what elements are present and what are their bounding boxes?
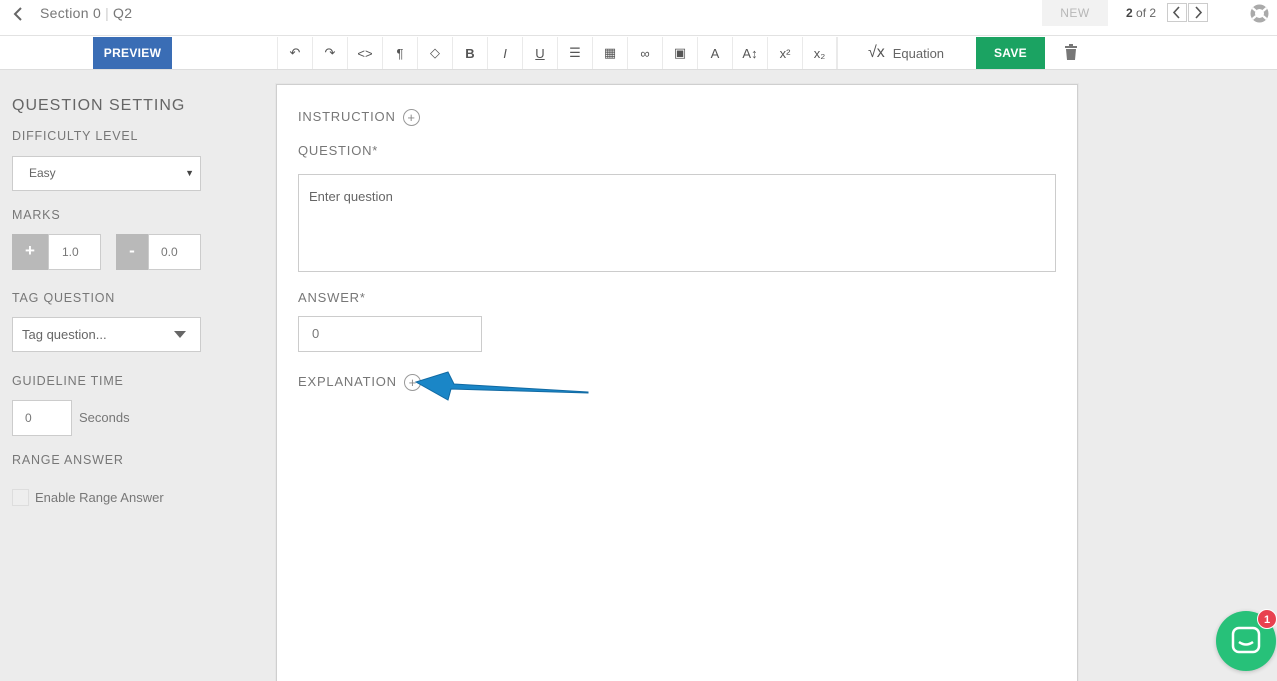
formatting-tools: ↶ ↷ <> ¶ ◇ B I U ☰ ▦ ∞ ▣ A A↕ x² x₂ (277, 37, 837, 69)
back-arrow-icon[interactable] (10, 5, 28, 23)
enable-range-label: Enable Range Answer (35, 490, 164, 505)
marks-plus-button[interactable]: + (12, 234, 48, 270)
paragraph-icon[interactable]: ¶ (382, 37, 417, 69)
pager-text: 2 of 2 (1126, 6, 1156, 20)
pointer-arrow-icon (414, 371, 589, 401)
caret-down-icon: ▼ (185, 168, 194, 178)
preview-button[interactable]: PREVIEW (93, 37, 172, 69)
underline-icon[interactable]: U (522, 37, 557, 69)
image-icon[interactable]: ▣ (662, 37, 697, 69)
difficulty-select[interactable]: Easy ▼ (12, 156, 201, 191)
font-size-icon[interactable]: A↕ (732, 37, 767, 69)
guideline-time-label: GUIDELINE TIME (12, 374, 124, 388)
enable-range-checkbox[interactable] (12, 489, 29, 506)
breadcrumb: Section 0 | Q2 (40, 5, 132, 21)
code-icon[interactable]: <> (347, 37, 382, 69)
superscript-icon[interactable]: x² (767, 37, 802, 69)
chat-icon (1231, 626, 1261, 654)
answer-input[interactable]: 0 (298, 316, 482, 352)
redo-icon[interactable]: ↷ (312, 37, 347, 69)
subscript-icon[interactable]: x₂ (802, 37, 837, 69)
answer-label: ANSWER* (298, 290, 366, 305)
tag-question-select[interactable]: Tag question... (12, 317, 201, 352)
question-input[interactable]: Enter question (298, 174, 1056, 272)
breadcrumb-separator: | (105, 5, 110, 21)
marks-positive-input[interactable]: 1.0 (48, 234, 101, 270)
chevron-left-icon (1172, 6, 1180, 19)
difficulty-value: Easy (29, 166, 56, 180)
explanation-text: EXPLANATION (298, 374, 397, 389)
seconds-unit: Seconds (79, 410, 130, 425)
undo-icon[interactable]: ↶ (277, 37, 312, 69)
instruction-label: INSTRUCTION + (298, 109, 421, 127)
top-bar: Section 0 | Q2 NEW 2 of 2 (0, 0, 1277, 36)
range-answer-label: RANGE ANSWER (12, 453, 124, 467)
equation-label: Equation (892, 45, 945, 61)
link-icon[interactable]: ∞ (627, 37, 662, 69)
pager-current: 2 (1126, 6, 1133, 20)
instruction-text: INSTRUCTION (298, 109, 396, 124)
table-icon[interactable]: ▦ (592, 37, 627, 69)
color-drop-icon[interactable]: ◇ (417, 37, 452, 69)
save-button[interactable]: SAVE (976, 37, 1045, 69)
tag-placeholder: Tag question... (22, 327, 107, 342)
italic-icon[interactable]: I (487, 37, 522, 69)
equation-button[interactable]: √x Equation (837, 37, 974, 69)
next-question-button[interactable] (1188, 3, 1208, 22)
difficulty-label: DIFFICULTY LEVEL (12, 129, 139, 143)
help-lifebuoy-icon[interactable] (1249, 3, 1270, 24)
previous-question-button[interactable] (1167, 3, 1187, 22)
marks-negative-input[interactable]: 0.0 (148, 234, 201, 270)
explanation-label: EXPLANATION + (298, 374, 422, 392)
pager-total: of 2 (1136, 6, 1157, 20)
chat-notification-badge: 1 (1257, 609, 1277, 629)
question-id: Q2 (113, 5, 133, 21)
new-question-button[interactable]: NEW (1042, 0, 1108, 26)
trash-icon[interactable] (1062, 43, 1080, 61)
tag-question-label: TAG QUESTION (12, 291, 116, 305)
caret-down-icon (174, 331, 186, 338)
sidebar-title: QUESTION SETTING (12, 97, 186, 114)
marks-minus-button[interactable]: - (116, 234, 148, 270)
chevron-right-icon (1195, 6, 1203, 19)
editor-toolbar: PREVIEW ↶ ↷ <> ¶ ◇ B I U ☰ ▦ ∞ ▣ A A↕ x² x₂ √x Equation… (0, 36, 1277, 70)
text-style-icon[interactable]: A (697, 37, 732, 69)
guideline-time-input[interactable]: 0 (12, 400, 72, 436)
bold-icon[interactable]: B (452, 37, 487, 69)
question-placeholder: Enter question (309, 189, 393, 204)
add-instruction-icon[interactable]: + (403, 109, 421, 127)
list-icon[interactable]: ☰ (557, 37, 592, 69)
question-label: QUESTION* (298, 143, 379, 158)
question-editor-card: INSTRUCTION + QUESTION* Enter question A… (276, 84, 1078, 681)
marks-label: MARKS (12, 208, 61, 222)
section-name: Section 0 (40, 5, 102, 21)
square-root-icon: √x (867, 44, 885, 61)
